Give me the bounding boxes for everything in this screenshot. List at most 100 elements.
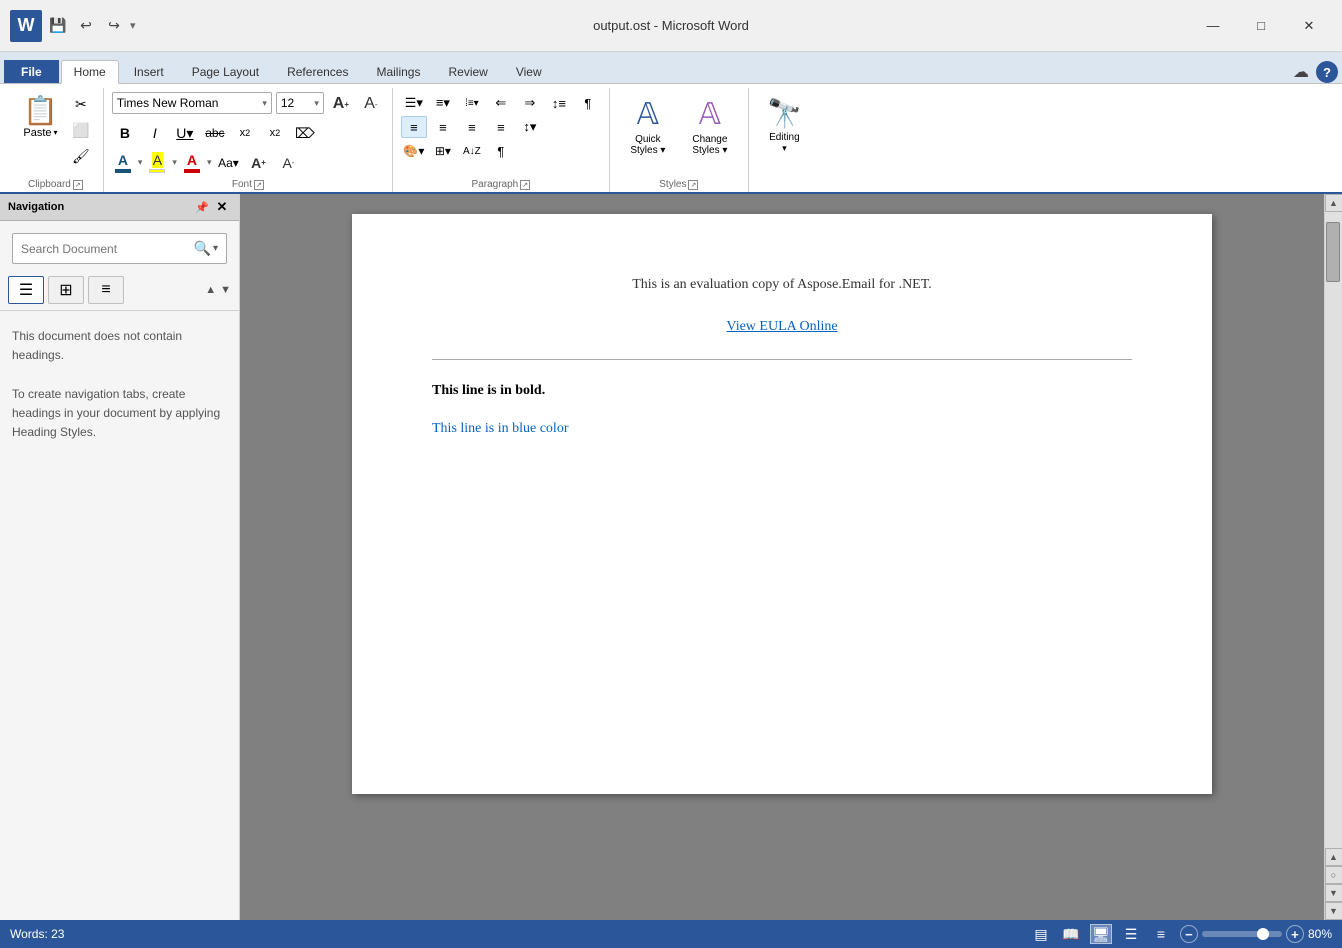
scroll-up-button[interactable]: ▲ [1325,194,1342,212]
pilcrow-button[interactable]: ¶ [488,140,514,162]
italic-button[interactable]: I [142,121,168,145]
tab-mailings[interactable]: Mailings [363,60,433,83]
tab-page-layout[interactable]: Page Layout [179,60,272,83]
clipboard-expand-icon[interactable]: ↗ [73,180,83,190]
numbering-button[interactable]: ≡▾ [430,92,456,114]
increase-indent-button[interactable]: ⇒ [517,92,543,114]
tab-view[interactable]: View [503,60,555,83]
clear-format-button[interactable]: ⌦ [292,121,318,145]
paragraph-label: Paragraph ↗ [401,177,601,192]
scrollbar-track[interactable] [1325,212,1342,848]
highlight-dropdown[interactable]: ▾ [172,157,177,168]
view-print-layout-button[interactable]: ▤ [1030,924,1052,944]
nav-tab-pages[interactable]: ⊞ [48,276,84,304]
font-expand-icon[interactable]: ↗ [254,180,264,190]
change-styles-button[interactable]: 𝔸 ChangeStyles ▾ [680,92,740,161]
font-group-content: Times New Roman ▾ 12 ▾ A+ A- B I U▾ abc … [112,90,384,177]
blue-line: This line is in blue color [432,418,1132,440]
font-top-row: Times New Roman ▾ 12 ▾ A+ A- [112,92,384,116]
nav-arrow-up[interactable]: ▲ [205,284,216,296]
decrease-indent-button[interactable]: ⇐ [488,92,514,114]
styles-expand-icon[interactable]: ↗ [688,180,698,190]
styles-group-content: 𝔸 QuickStyles ▾ 𝔸 ChangeStyles ▾ [618,90,740,177]
font-size-dropdown[interactable]: 12 ▾ [276,92,324,114]
view-outline-button[interactable]: ☰ [1120,924,1142,944]
show-formatting-button[interactable]: ¶ [575,92,601,114]
zoom-slider[interactable] [1202,931,1282,937]
maximize-button[interactable]: □ [1238,11,1284,41]
bold-button[interactable]: B [112,121,138,145]
font-name-dropdown[interactable]: Times New Roman ▾ [112,92,272,114]
save-button[interactable]: 💾 [46,14,70,38]
copy-button[interactable]: ⬜ [67,118,95,142]
bullets-button[interactable]: ☰▾ [401,92,427,114]
document-page[interactable]: This is an evaluation copy of Aspose.Ema… [352,214,1212,794]
strikethrough-button[interactable]: abc [202,121,228,145]
close-button[interactable]: ✕ [1286,11,1332,41]
shading-button[interactable]: 🎨▾ [401,140,427,162]
font-color-button[interactable]: A [112,150,134,175]
nav-tab-results[interactable]: ≡ [88,276,124,304]
change-case-button[interactable]: Aa▾ [215,151,241,175]
eula-link[interactable]: View EULA Online [432,316,1132,338]
align-left-button[interactable]: ≡ [401,116,427,138]
nav-arrow-down[interactable]: ▼ [220,284,231,296]
scroll-select-page-button[interactable]: ○ [1325,866,1342,884]
minimize-button[interactable]: — [1190,11,1236,41]
shrink-text-button[interactable]: A- [275,151,301,175]
multilevel-list-button[interactable]: ⁞≡▾ [459,92,485,114]
justify-button[interactable]: ≡ [488,116,514,138]
paragraph-expand-icon[interactable]: ↗ [520,180,530,190]
font-color-dropdown[interactable]: ▾ [138,157,143,168]
zoom-in-button[interactable]: + [1286,925,1304,943]
zoom-slider-thumb[interactable] [1257,928,1269,940]
line-spacing-button[interactable]: ↕▾ [517,116,543,138]
sort-button[interactable]: ↕≡ [546,92,572,114]
title-bar-controls: — □ ✕ [1190,11,1332,41]
tab-file[interactable]: File [4,60,59,83]
tab-home[interactable]: Home [61,60,119,84]
borders-button[interactable]: ⊞▾ [430,140,456,162]
text-color-dropdown[interactable]: ▾ [207,157,212,168]
search-icon[interactable]: 🔍 [194,240,211,257]
superscript-button[interactable]: x2 [262,121,288,145]
shrink-font-button[interactable]: A- [358,92,384,116]
editing-group-label [757,177,812,192]
text-color-button[interactable]: A [181,150,203,175]
scroll-prev-page-button[interactable]: ▲ [1325,848,1342,866]
view-draft-button[interactable]: ≡ [1150,924,1172,944]
paste-button[interactable]: 📋 Paste ▾ [16,92,65,144]
cut-button[interactable]: ✂ [67,92,95,116]
view-web-layout-button[interactable]: 🖥 [1090,924,1112,944]
undo-button[interactable]: ↩ [74,14,98,38]
subscript-button[interactable]: x2 [232,121,258,145]
redo-button[interactable]: ↪ [102,14,126,38]
align-right-button[interactable]: ≡ [459,116,485,138]
format-painter-button[interactable]: 🖌 [67,144,95,168]
sort-az-button[interactable]: A↓Z [459,140,485,162]
editing-group: 🔭 Editing ▾ [749,88,820,192]
scroll-down-button[interactable]: ▼ [1325,902,1342,920]
align-center-button[interactable]: ≡ [430,116,456,138]
zoom-out-button[interactable]: − [1180,925,1198,943]
tab-references[interactable]: References [274,60,361,83]
search-dropdown-icon[interactable]: ▾ [213,243,218,254]
scroll-next-page-button[interactable]: ▼ [1325,884,1342,902]
help-button[interactable]: ? [1316,61,1338,83]
view-full-screen-button[interactable]: 📖 [1060,924,1082,944]
nav-pane-close-button[interactable]: ✕ [213,198,231,216]
nav-search-input[interactable] [21,242,194,256]
nav-pane-pin-icon[interactable]: 📌 [195,201,209,214]
grow-font-button[interactable]: A+ [328,92,354,116]
nav-search-box[interactable]: 🔍 ▾ [12,233,227,264]
tab-insert[interactable]: Insert [121,60,177,83]
tab-review[interactable]: Review [435,60,500,83]
underline-button[interactable]: U▾ [172,121,198,145]
nav-tab-headings[interactable]: ☰ [8,276,44,304]
editing-button[interactable]: 🔭 Editing ▾ [757,92,812,159]
highlight-color-button[interactable]: A [146,150,168,175]
grow-text-button[interactable]: A+ [245,151,271,175]
scrollbar-thumb[interactable] [1326,222,1340,282]
nav-pane-title-right: 📌 ✕ [195,198,231,216]
quick-styles-button[interactable]: 𝔸 QuickStyles ▾ [618,92,678,161]
